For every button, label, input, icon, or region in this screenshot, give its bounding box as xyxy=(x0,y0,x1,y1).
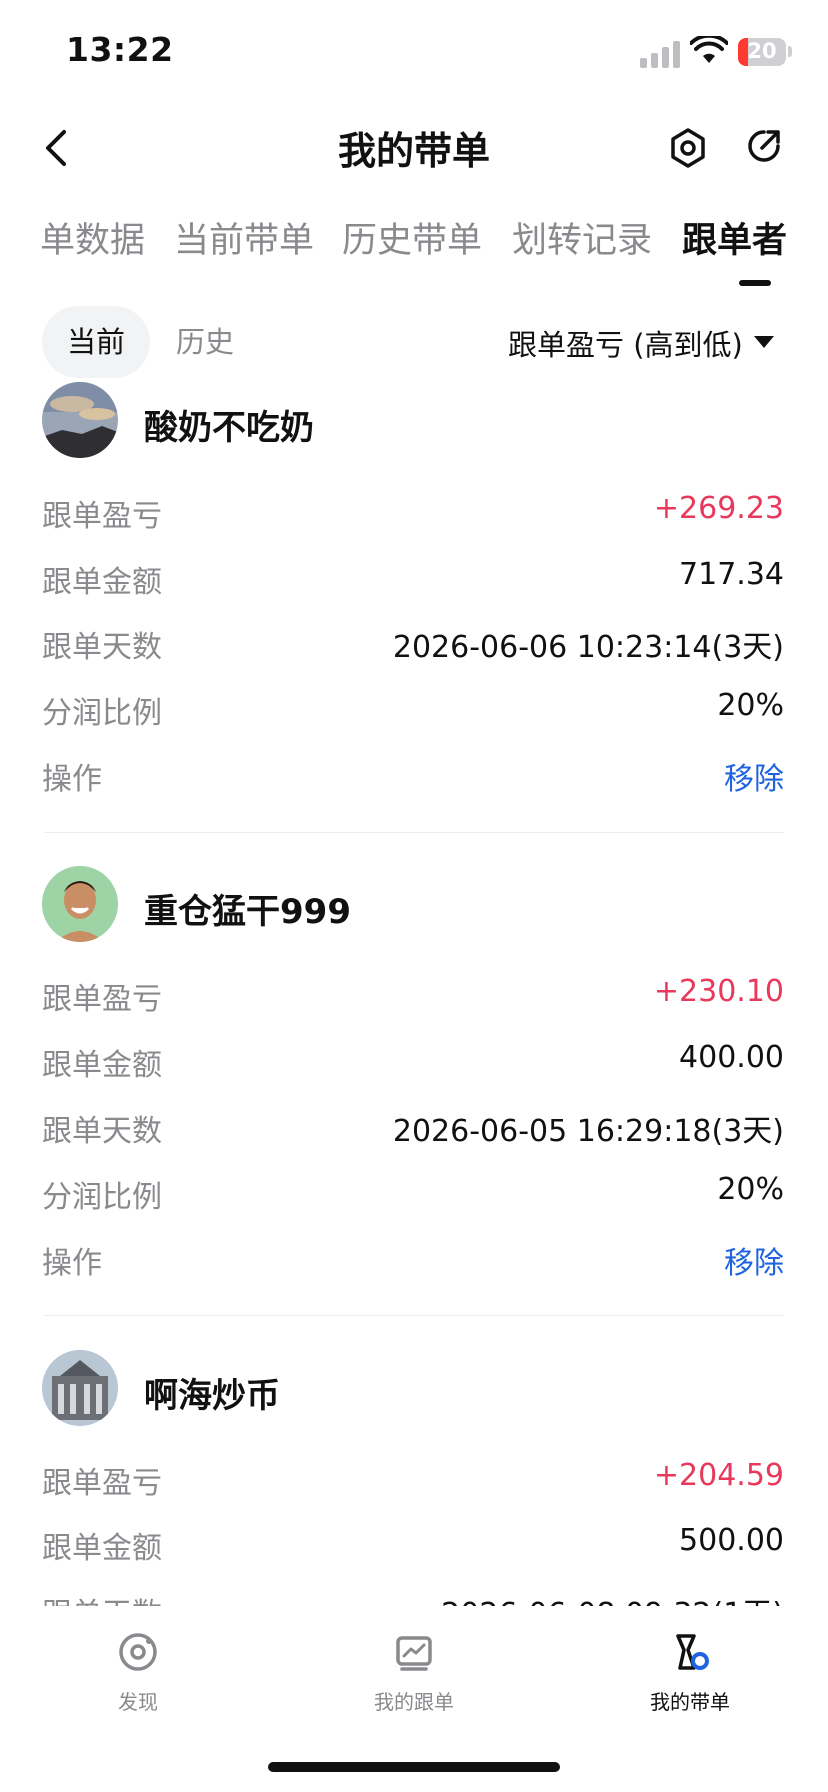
tab-transfer-records[interactable]: 划转记录 xyxy=(512,212,652,263)
nav-my-lead-trades[interactable]: 我的带单 xyxy=(610,1630,770,1715)
row-label-share-ratio: 分润比例 xyxy=(42,1180,162,1215)
tab-bar: 单数据 当前带单 历史带单 划转记录 跟单者 xyxy=(0,212,828,272)
battery-icon: 20 xyxy=(738,38,786,66)
card-divider xyxy=(44,832,784,833)
wifi-icon xyxy=(690,36,728,63)
row-label-action: 操作 xyxy=(42,1246,102,1281)
row-label-action: 操作 xyxy=(42,762,102,797)
cellular-signal-icon xyxy=(640,40,682,68)
row-label-pnl: 跟单盈亏 xyxy=(42,982,162,1017)
row-value-share-ratio: 20% xyxy=(717,1172,784,1207)
active-tab-indicator xyxy=(739,280,771,286)
row-value-pnl: +204.59 xyxy=(653,1458,784,1493)
share-icon[interactable] xyxy=(744,126,784,166)
row-value-share-ratio: 20% xyxy=(717,688,784,723)
discover-icon xyxy=(119,1633,157,1671)
nav-my-copy-trades[interactable]: 我的跟单 xyxy=(334,1630,494,1715)
battery-level: 20 xyxy=(747,39,777,63)
chart-icon xyxy=(396,1636,432,1671)
row-label-pnl: 跟单盈亏 xyxy=(42,499,162,534)
nav-label: 我的带单 xyxy=(650,1690,730,1714)
settings-hexagon-icon[interactable] xyxy=(668,126,708,170)
row-label-days: 跟单天数 xyxy=(42,1114,162,1149)
tab-followers[interactable]: 跟单者 xyxy=(682,212,787,263)
tab-current-lead[interactable]: 当前带单 xyxy=(174,212,314,263)
follower-name: 重仓猛干999 xyxy=(144,892,351,932)
row-value-days: 2026-06-06 10:23:14(3天) xyxy=(392,630,784,665)
subtab-history[interactable]: 历史 xyxy=(176,306,234,378)
tab-history-lead[interactable]: 历史带单 xyxy=(342,212,482,263)
nav-label: 发现 xyxy=(118,1690,158,1714)
sort-dropdown[interactable]: 跟单盈亏 (高到低) xyxy=(508,322,743,364)
remove-button[interactable]: 移除 xyxy=(724,1238,784,1282)
row-label-amount: 跟单金额 xyxy=(42,1048,162,1083)
row-label-amount: 跟单金额 xyxy=(42,565,162,600)
lead-trade-icon xyxy=(676,1634,709,1670)
avatar[interactable] xyxy=(42,866,118,942)
nav-discover[interactable]: 发现 xyxy=(58,1630,218,1715)
row-label-amount: 跟单金额 xyxy=(42,1531,162,1566)
row-value-pnl: +269.23 xyxy=(653,491,784,526)
home-indicator xyxy=(268,1762,560,1772)
row-value-days: 2026-06-05 16:29:18(3天) xyxy=(392,1114,784,1149)
subtab-current[interactable]: 当前 xyxy=(42,306,150,378)
avatar[interactable] xyxy=(42,382,118,458)
avatar[interactable] xyxy=(42,1350,118,1426)
row-label-share-ratio: 分润比例 xyxy=(42,696,162,731)
dropdown-arrow-icon[interactable] xyxy=(754,336,774,348)
row-value-amount: 400.00 xyxy=(679,1040,784,1075)
nav-label: 我的跟单 xyxy=(374,1690,454,1714)
row-label-pnl: 跟单盈亏 xyxy=(42,1466,162,1501)
tab-data[interactable]: 单数据 xyxy=(40,212,145,263)
row-label-days: 跟单天数 xyxy=(42,630,162,665)
follower-name: 啊海炒币 xyxy=(144,1376,280,1416)
row-value-pnl: +230.10 xyxy=(653,974,784,1009)
card-divider xyxy=(44,1315,784,1316)
row-value-amount: 500.00 xyxy=(679,1523,784,1558)
follower-name: 酸奶不吃奶 xyxy=(144,408,314,448)
status-time: 13:22 xyxy=(66,30,174,69)
remove-button[interactable]: 移除 xyxy=(724,754,784,798)
row-value-amount: 717.34 xyxy=(679,557,784,592)
